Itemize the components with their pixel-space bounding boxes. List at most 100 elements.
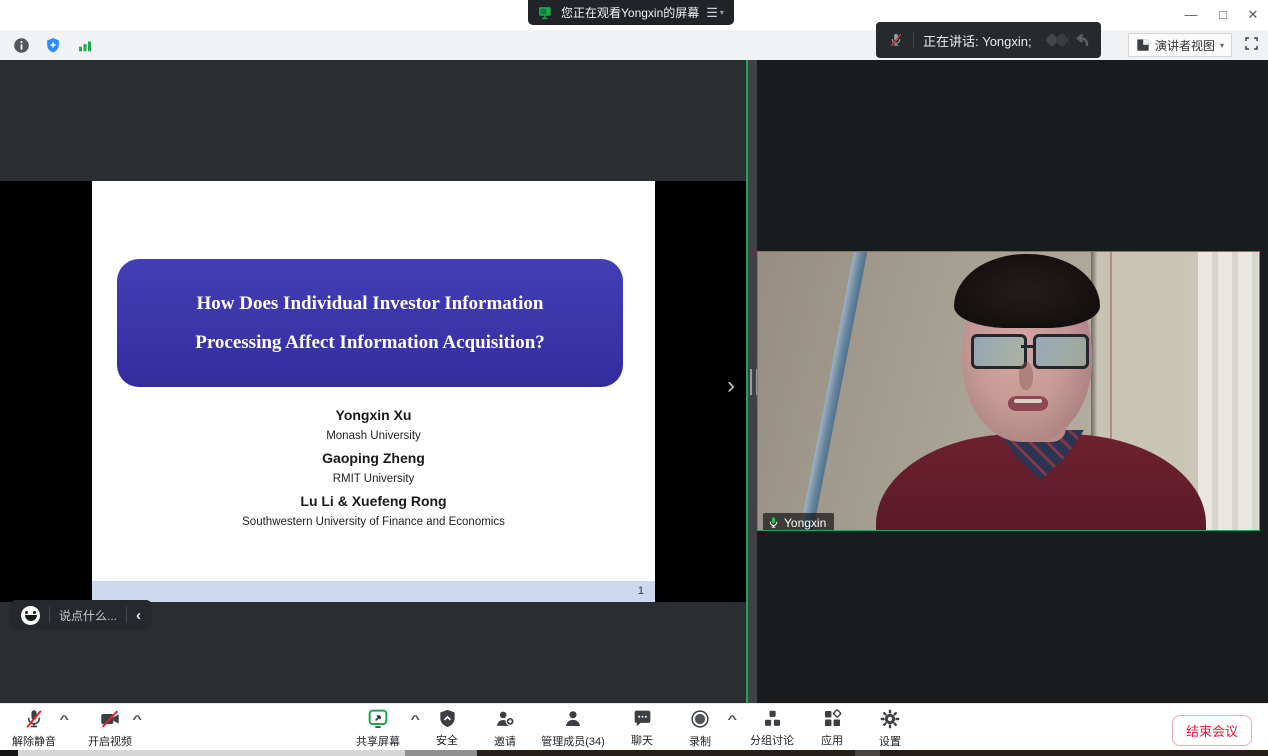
video-panel: Yongxin [757,60,1268,703]
manage-participants-button[interactable]: 管理成员(34) [535,708,611,748]
security-button[interactable]: 安全 [425,708,469,748]
chat-input-placeholder[interactable]: 说点什么... [59,607,117,624]
participants-icon [562,708,584,730]
fullscreen-icon [1243,35,1260,52]
speaker-mouth [1008,396,1048,411]
invite-person-icon [494,708,516,730]
video-options-chevron[interactable]: ^ [132,714,142,726]
breakout-rooms-button[interactable]: 分组讨论 [742,708,802,748]
author-name: Lu Li & Xuefeng Rong [92,493,655,509]
participant-name-badge: Yongxin [763,513,834,531]
watching-banner-text: 您正在观看Yongxin的屏幕 [561,4,699,21]
speaker-hair [954,254,1100,328]
speaker-glasses-right [1033,334,1089,369]
panel-expand-chevron[interactable]: › [727,374,735,398]
settings-label: 设置 [879,733,901,749]
unmute-label: 解除静音 [12,733,56,749]
slide-title-line2: Processing Affect Information Acquisitio… [195,323,545,362]
green-monitor-icon [538,6,554,20]
quick-chat-pill: 说点什么... ‹ [10,600,152,630]
share-options-chevron[interactable]: ^ [410,714,420,726]
end-meeting-button[interactable]: 结束会议 [1172,715,1252,746]
unmute-button[interactable]: 解除静音 [8,708,60,748]
background-pole [789,251,870,531]
security-shield-icon [437,708,458,729]
fullscreen-button[interactable] [1243,35,1260,55]
taskbar-strip [0,750,1268,756]
banner-menu-button[interactable]: ☰ ▾ [706,5,724,21]
pill-divider [49,607,50,623]
slide-title-box: How Does Individual Investor Information… [117,259,623,387]
apps-grid-icon [822,708,843,729]
background-curtain [1198,252,1259,530]
slide-page-number: 1 [638,585,644,597]
chat-button[interactable]: 聊天 [620,708,664,748]
maximize-button[interactable]: □ [1216,0,1230,30]
shared-screen-letterbox-top [0,60,746,181]
slide-authors: Yongxin Xu Monash University Gaoping Zhe… [92,407,655,536]
author-name: Yongxin Xu [92,407,655,423]
pill-divider [126,607,127,623]
meeting-info-button[interactable] [12,36,31,55]
slide-footer: 1 [92,581,655,602]
encryption-button[interactable] [44,36,62,55]
active-speaker-pill: 正在讲话: Yongxin; [876,22,1101,58]
record-options-chevron[interactable]: ^ [727,714,737,726]
view-caret-icon: ▾ [1220,41,1224,50]
apps-label: 应用 [821,732,843,748]
active-mic-icon [767,516,780,529]
manage-participants-label: 管理成员(34) [541,733,605,749]
overlay-reaction-icons[interactable] [1041,28,1093,52]
layout-view-icon [1136,38,1150,52]
share-screen-label: 共享屏幕 [356,733,400,749]
participant-name: Yongxin [784,516,826,530]
author-affiliation: Southwestern University of Finance and E… [92,516,655,528]
apps-button[interactable]: 应用 [810,708,854,748]
breakout-rooms-label: 分组讨论 [750,732,794,748]
emoji-reaction-button[interactable] [21,606,40,625]
shield-plus-icon [44,36,62,55]
zoom-meeting-window: 您正在观看Yongxin的屏幕 ☰ ▾ — □ ✕ [0,0,1268,756]
pill-divider [913,32,914,48]
mic-muted-icon [23,708,45,730]
menu-caret-icon: ▾ [720,8,724,17]
speaking-label: 正在讲话: Yongxin; [923,31,1032,50]
speaker-glasses-bridge [1021,345,1033,348]
slide-title-line1: How Does Individual Investor Information [197,284,544,323]
start-video-label: 开启视频 [88,733,132,749]
collapse-chat-chevron[interactable]: ‹ [136,608,141,623]
minimize-button[interactable]: — [1184,0,1198,30]
connection-quality-button[interactable] [76,36,94,55]
breakout-squares-icon [762,708,783,729]
settings-button[interactable]: 设置 [868,708,912,748]
share-screen-icon [367,708,389,730]
invite-label: 邀请 [494,733,516,749]
close-button[interactable]: ✕ [1246,0,1260,30]
security-label: 安全 [436,732,458,748]
info-icon [12,36,31,55]
chat-label: 聊天 [631,732,653,748]
muted-mic-icon [888,32,904,48]
author-affiliation: RMIT University [92,473,655,485]
presentation-slide: How Does Individual Investor Information… [92,181,655,602]
invite-button[interactable]: 邀请 [483,708,527,748]
speaker-view-button[interactable]: 演讲者视图 ▾ [1128,33,1232,57]
author-affiliation: Monash University [92,430,655,442]
chat-bubble-icon [632,708,653,729]
gear-icon [879,708,901,730]
record-button[interactable]: 录制 [678,708,722,748]
speaker-nose [1019,362,1033,390]
record-icon [689,708,711,730]
share-screen-button[interactable]: 共享屏幕 [350,708,406,748]
record-label: 录制 [689,733,711,749]
menu-icon: ☰ [706,5,718,21]
speaker-glasses-left [971,334,1027,369]
start-video-button[interactable]: 开启视频 [82,708,138,748]
watching-screen-banner: 您正在观看Yongxin的屏幕 ☰ ▾ [528,0,734,25]
speaker-view-label: 演讲者视图 [1155,37,1215,54]
author-name: Gaoping Zheng [92,450,655,466]
camera-off-icon [99,708,121,730]
audio-options-chevron[interactable]: ^ [59,714,69,726]
signal-bars-icon [76,37,94,55]
speaker-video-tile[interactable]: Yongxin [757,251,1260,531]
